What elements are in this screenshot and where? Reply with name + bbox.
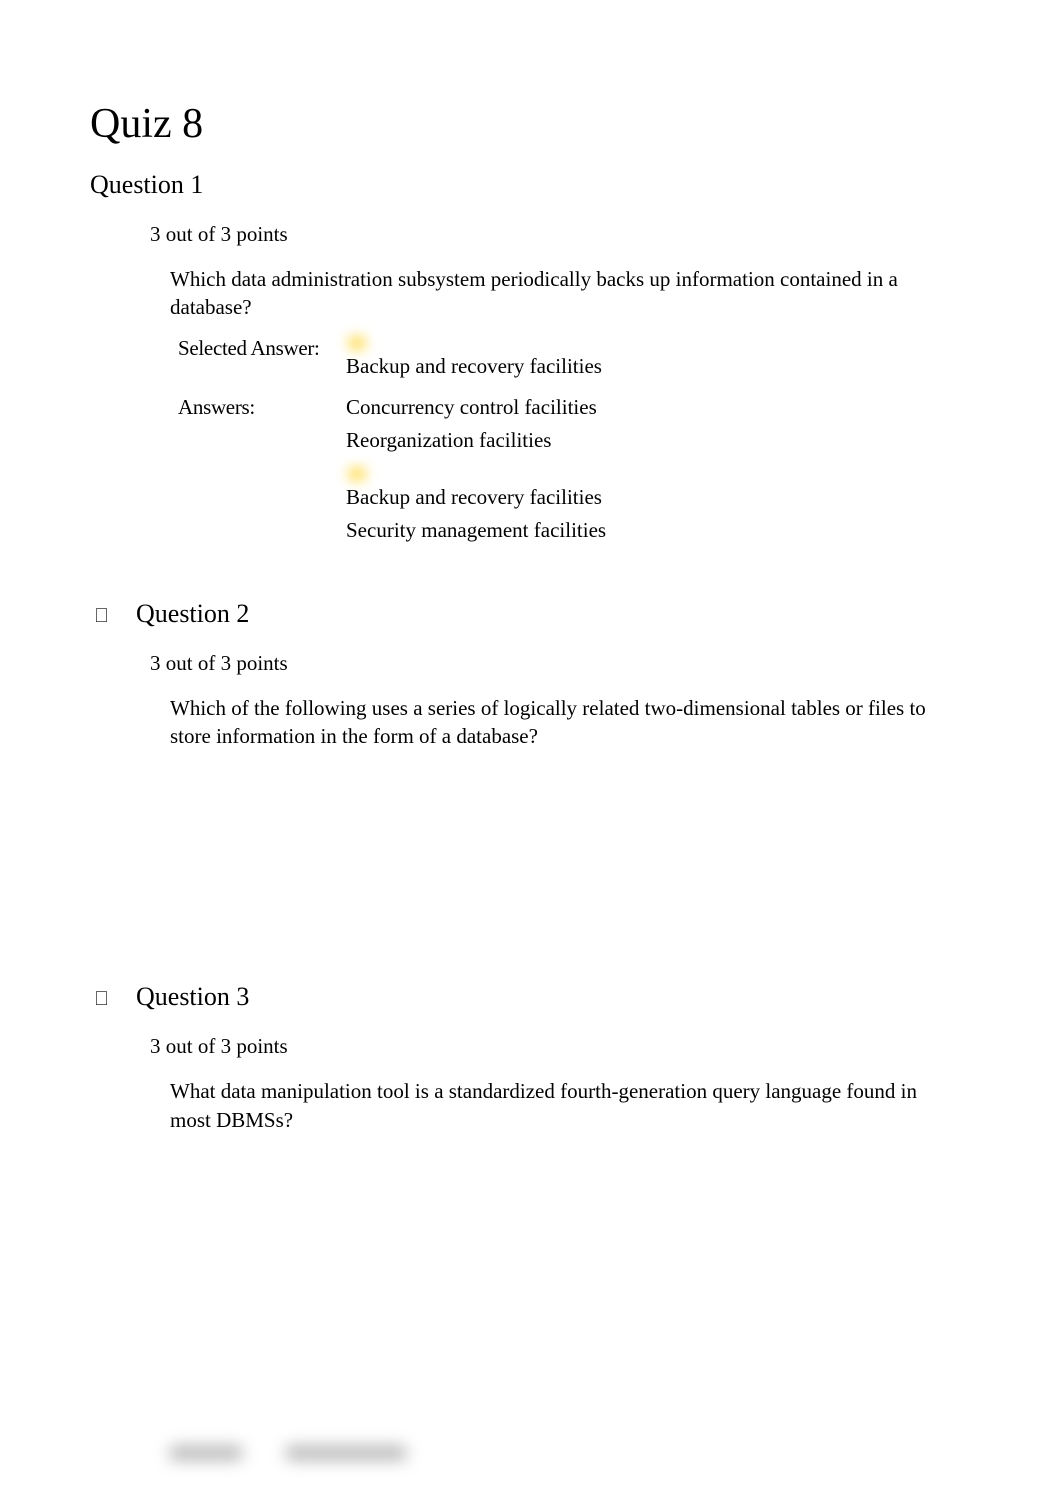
- answer-option: Reorganization facilities: [346, 428, 606, 453]
- question-prompt: What data manipulation tool is a standar…: [170, 1077, 952, 1134]
- question-heading: Question 3: [136, 982, 249, 1012]
- answer-option: Backup and recovery facilities: [346, 485, 606, 510]
- question-2:  Question 2 3 out of 3 points Which of …: [90, 599, 972, 751]
- correct-marker-icon: [348, 336, 366, 350]
- selected-answer-label: Selected Answer:: [178, 336, 346, 361]
- answers-label: Answers:: [178, 395, 346, 420]
- page-title: Quiz 8: [90, 100, 972, 148]
- selected-answer-row: Selected Answer: Backup and recovery fac…: [178, 336, 972, 387]
- answers-row: Answers: Concurrency control facilities …: [178, 395, 972, 551]
- question-prompt: Which of the following uses a series of …: [170, 694, 952, 751]
- question-heading: Question 2: [136, 599, 249, 629]
- answer-option: Security management facilities: [346, 518, 606, 543]
- answer-table: Selected Answer: Backup and recovery fac…: [178, 336, 972, 551]
- bullet-icon: : [94, 988, 112, 1011]
- question-prompt: Which data administration subsystem peri…: [170, 265, 952, 322]
- question-3:  Question 3 3 out of 3 points What data…: [90, 982, 972, 1134]
- bullet-icon: : [94, 605, 112, 628]
- blurred-content: [170, 1446, 406, 1460]
- question-points: 3 out of 3 points: [150, 651, 972, 676]
- question-points: 3 out of 3 points: [150, 222, 972, 247]
- question-heading: Question 1: [90, 170, 972, 200]
- selected-answer-value: Backup and recovery facilities: [346, 354, 602, 379]
- question-points: 3 out of 3 points: [150, 1034, 972, 1059]
- answer-option: Concurrency control facilities: [346, 395, 606, 420]
- question-1: Question 1 3 out of 3 points Which data …: [90, 170, 972, 551]
- correct-marker-icon: [348, 467, 366, 481]
